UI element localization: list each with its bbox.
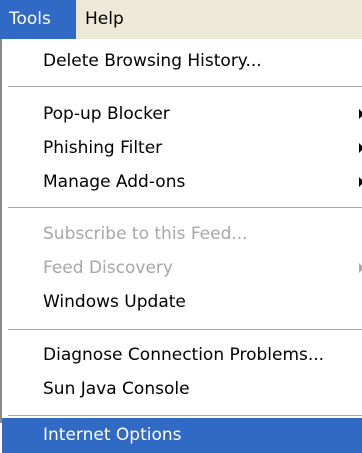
menu-item-phishing-filter[interactable]: Phishing Filter (2, 131, 362, 166)
menu-item-label: Sun Java Console (43, 379, 190, 399)
menu-item-popup-blocker[interactable]: Pop-up Blocker (2, 97, 362, 132)
menu-item-internet-options[interactable]: Internet Options (2, 418, 362, 453)
menu-item-feed-discovery: Feed Discovery (2, 251, 362, 286)
menu-item-label: Windows Update (43, 292, 186, 312)
menu-item-label: Manage Add-ons (43, 172, 186, 192)
menu-item-subscribe-feed: Subscribe to this Feed... (2, 217, 362, 252)
menu-separator (8, 415, 362, 416)
menu-separator (8, 329, 362, 330)
menu-help[interactable]: Help (76, 0, 136, 39)
menu-item-diagnose-connection[interactable]: Diagnose Connection Problems... (2, 338, 362, 373)
menu-tools[interactable]: Tools (0, 0, 76, 39)
menu-item-label: Delete Browsing History... (43, 51, 262, 71)
menu-item-sun-java-console[interactable]: Sun Java Console (2, 372, 362, 407)
menu-item-label: Phishing Filter (43, 138, 163, 158)
menu-item-label: Pop-up Blocker (43, 104, 170, 124)
menu-item-label: Feed Discovery (43, 258, 173, 278)
menu-item-label: Diagnose Connection Problems... (43, 345, 325, 365)
menu-separator (8, 207, 362, 208)
menu-bar: Tools Help (0, 0, 362, 39)
menu-item-label: Subscribe to this Feed... (43, 224, 248, 244)
menu-item-windows-update[interactable]: Windows Update (2, 285, 362, 320)
tools-dropdown-menu: Delete Browsing History... Pop-up Blocke… (0, 39, 362, 453)
menu-separator (8, 86, 362, 87)
menu-item-label: Internet Options (43, 425, 182, 445)
menu-item-manage-addons[interactable]: Manage Add-ons (2, 165, 362, 200)
menu-item-delete-browsing-history[interactable]: Delete Browsing History... (2, 44, 362, 79)
